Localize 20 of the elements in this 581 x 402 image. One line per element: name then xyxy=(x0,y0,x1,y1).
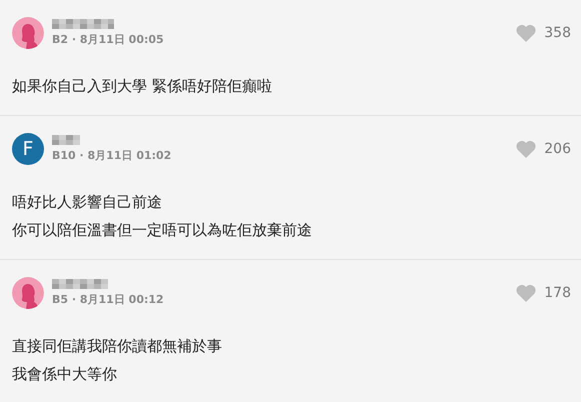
pixelated-name-drawing xyxy=(52,279,108,289)
avatar[interactable]: F xyxy=(12,133,44,165)
comment-text: 我會係中大等你 xyxy=(12,364,118,385)
avatar-icon[interactable] xyxy=(12,277,44,309)
avatar-icon[interactable] xyxy=(12,17,44,49)
like-count: 178 xyxy=(544,284,571,302)
comment-text: 直接同佢講我陪你讀都無補於事 xyxy=(12,336,223,357)
pixelated-name-drawing xyxy=(52,19,114,29)
comment-meta: B5 · 8月11日 00:12 xyxy=(52,293,164,307)
comment-meta: B2 · 8月11日 00:05 xyxy=(52,33,164,47)
comment-meta: B10 · 8月11日 01:02 xyxy=(52,149,172,163)
comment-text: 你可以陪佢溫書但一定唔可以為咗佢放棄前途 xyxy=(12,220,313,241)
like-count: 206 xyxy=(544,140,571,158)
heart-icon[interactable] xyxy=(516,24,536,42)
pixelated-name-drawing xyxy=(52,135,80,145)
like-count: 358 xyxy=(544,24,571,42)
comment-text: 唔好比人影響自己前途 xyxy=(12,192,163,213)
heart-icon[interactable] xyxy=(516,284,536,302)
comment-text: 如果你自己入到大學 緊係唔好陪佢癲啦 xyxy=(12,76,273,97)
heart-icon[interactable] xyxy=(516,140,536,158)
